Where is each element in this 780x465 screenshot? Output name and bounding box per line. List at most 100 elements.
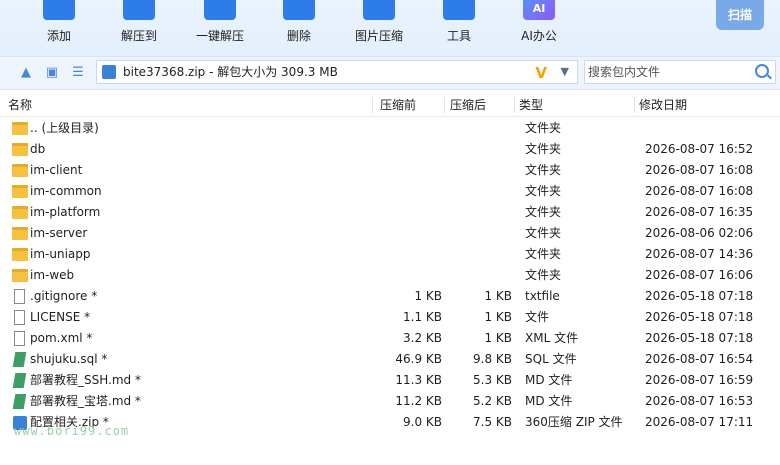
- image-compress-label: 图片压缩: [354, 29, 403, 43]
- add-icon: [43, 0, 75, 20]
- text-file-icon: [14, 289, 25, 304]
- row-date: 2026-08-07 16:06: [645, 268, 754, 282]
- table-row[interactable]: .. (上级目录) 文件夹: [0, 118, 780, 139]
- ai-office-button[interactable]: AI AI办公: [508, 0, 570, 56]
- row-type: 文件夹: [525, 247, 562, 261]
- table-row[interactable]: im-client 文件夹 2026-08-07 16:08: [0, 160, 780, 181]
- column-type[interactable]: 类型: [519, 94, 543, 116]
- scan-button[interactable]: 扫描: [716, 0, 764, 30]
- row-name: im-web: [30, 268, 75, 282]
- table-row[interactable]: shujuku.sql * 46.9 KB 9.8 KB SQL 文件 2026…: [0, 349, 780, 370]
- row-type: 文件夹: [525, 121, 562, 135]
- delete-button[interactable]: 删除: [270, 0, 328, 56]
- row-uncompressed: 1 KB: [484, 331, 512, 345]
- document-file-icon: [12, 394, 27, 409]
- row-type: XML 文件: [525, 331, 579, 345]
- add-label: 添加: [46, 29, 71, 43]
- row-date: 2026-05-18 07:18: [645, 331, 754, 345]
- row-type: 文件夹: [525, 142, 562, 156]
- row-name: im-client: [30, 163, 83, 177]
- row-compressed: 1 KB: [414, 289, 442, 303]
- row-compressed: 3.2 KB: [403, 331, 442, 345]
- extract-to-icon: [123, 0, 155, 20]
- row-name: im-common: [30, 184, 102, 198]
- row-name: im-server: [30, 226, 88, 240]
- address-bar: ▲ ▣ ☰ bite37368.zip - 解包大小为 309.3 MB V ▼…: [0, 56, 780, 90]
- row-name: 部署教程_宝塔.md *: [30, 394, 141, 408]
- row-uncompressed: 5.2 KB: [473, 394, 512, 408]
- column-name[interactable]: 名称: [8, 94, 32, 116]
- row-name: im-platform: [30, 205, 101, 219]
- table-row[interactable]: 部署教程_SSH.md * 11.3 KB 5.3 KB MD 文件 2026-…: [0, 370, 780, 391]
- table-row[interactable]: LICENSE * 1.1 KB 1 KB 文件 2026-05-18 07:1…: [0, 307, 780, 328]
- watermark: www.bori99.com: [14, 424, 130, 438]
- row-name: .. (上级目录): [30, 121, 99, 135]
- row-date: 2026-08-07 14:36: [645, 247, 754, 261]
- folder-icon: [12, 227, 28, 240]
- table-row[interactable]: pom.xml * 3.2 KB 1 KB XML 文件 2026-05-18 …: [0, 328, 780, 349]
- row-date: 2026-08-07 17:11: [645, 415, 754, 429]
- table-row[interactable]: im-common 文件夹 2026-08-07 16:08: [0, 181, 780, 202]
- search-icon[interactable]: [755, 64, 769, 78]
- document-file-icon: [12, 352, 27, 367]
- table-row[interactable]: im-uniapp 文件夹 2026-08-07 14:36: [0, 244, 780, 265]
- table-row[interactable]: db 文件夹 2026-08-07 16:52: [0, 139, 780, 160]
- image-compress-icon: [363, 0, 395, 20]
- column-header: 名称 压缩前 压缩后 类型 修改日期: [0, 94, 780, 117]
- search-input[interactable]: 搜索包内文件: [584, 60, 776, 84]
- up-arrow-icon[interactable]: ▲: [18, 65, 34, 81]
- row-type: 文件夹: [525, 163, 562, 177]
- path-text: bite37368.zip - 解包大小为 309.3 MB: [123, 65, 338, 79]
- row-date: 2026-08-07 16:35: [645, 205, 754, 219]
- delete-icon: [283, 0, 315, 20]
- table-row[interactable]: im-server 文件夹 2026-08-06 02:06: [0, 223, 780, 244]
- row-uncompressed: 1 KB: [484, 289, 512, 303]
- text-file-icon: [14, 331, 25, 346]
- extract-to-button[interactable]: 解压到: [108, 0, 170, 56]
- table-row[interactable]: .gitignore * 1 KB 1 KB txtfile 2026-05-1…: [0, 286, 780, 307]
- column-divider[interactable]: [634, 97, 635, 113]
- table-row[interactable]: im-platform 文件夹 2026-08-07 16:35: [0, 202, 780, 223]
- delete-label: 删除: [286, 29, 311, 43]
- row-type: MD 文件: [525, 373, 573, 387]
- row-name: .gitignore *: [30, 289, 98, 303]
- file-list: .. (上级目录) 文件夹 db 文件夹 2026-08-07 16:52 im…: [0, 118, 780, 433]
- row-uncompressed: 1 KB: [484, 310, 512, 324]
- table-row[interactable]: im-web 文件夹 2026-08-07 16:06: [0, 265, 780, 286]
- table-row[interactable]: 部署教程_宝塔.md * 11.2 KB 5.2 KB MD 文件 2026-0…: [0, 391, 780, 412]
- row-uncompressed: 7.5 KB: [473, 415, 512, 429]
- column-compressed[interactable]: 压缩前: [380, 94, 416, 116]
- row-date: 2026-08-07 16:08: [645, 163, 754, 177]
- folder-icon: [12, 248, 28, 261]
- column-uncompressed[interactable]: 压缩后: [450, 94, 486, 116]
- row-date: 2026-05-18 07:18: [645, 310, 754, 324]
- folder-icon: [12, 143, 28, 156]
- one-click-extract-icon: [204, 0, 236, 20]
- row-type: 文件: [525, 310, 550, 324]
- view-list-icon[interactable]: ☰: [70, 65, 86, 81]
- column-modified[interactable]: 修改日期: [639, 94, 687, 116]
- row-uncompressed: 5.3 KB: [473, 373, 512, 387]
- row-name: 部署教程_SSH.md *: [30, 373, 141, 387]
- row-type: 文件夹: [525, 184, 562, 198]
- column-divider[interactable]: [372, 97, 373, 113]
- row-name: im-uniapp: [30, 247, 91, 261]
- image-compress-button[interactable]: 图片压缩: [348, 0, 410, 56]
- add-button[interactable]: 添加: [30, 0, 88, 56]
- column-divider[interactable]: [514, 97, 515, 113]
- row-name: pom.xml *: [30, 331, 93, 345]
- v-logo-icon[interactable]: V: [535, 62, 547, 84]
- row-date: 2026-08-07 16:54: [645, 352, 754, 366]
- column-divider[interactable]: [444, 97, 445, 113]
- row-type: 360压缩 ZIP 文件: [525, 415, 623, 429]
- tools-button[interactable]: 工具: [430, 0, 488, 56]
- row-type: SQL 文件: [525, 352, 577, 366]
- row-type: 文件夹: [525, 268, 562, 282]
- folder-icon: [12, 122, 28, 135]
- one-click-extract-button[interactable]: 一键解压: [190, 0, 250, 56]
- path-field[interactable]: bite37368.zip - 解包大小为 309.3 MB V ▼: [96, 60, 578, 84]
- row-compressed: 11.3 KB: [395, 373, 442, 387]
- chevron-down-icon[interactable]: ▼: [561, 61, 569, 83]
- tools-icon: [443, 0, 475, 20]
- view-thumbnail-icon[interactable]: ▣: [44, 65, 60, 81]
